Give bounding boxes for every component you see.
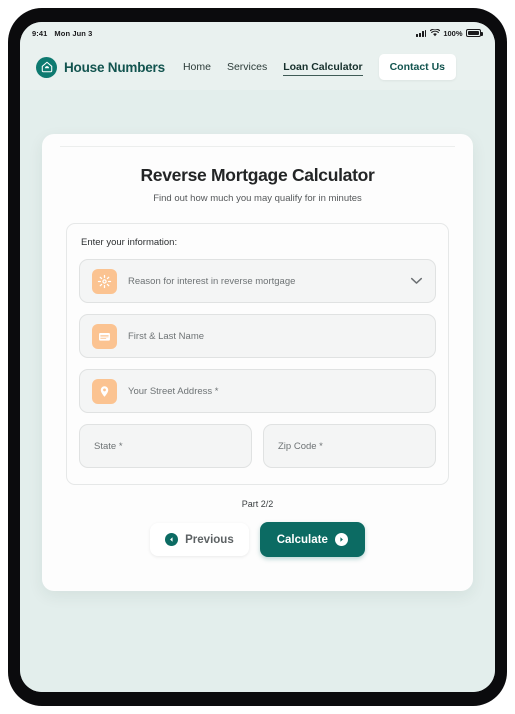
form-actions: Previous Calculate [66,522,449,557]
state-input-label: State * [94,440,123,452]
part-indicator: Part 2/2 [241,499,274,509]
contact-us-button[interactable]: Contact Us [378,54,457,80]
zip-code-input[interactable]: Zip Code * [263,424,436,468]
tablet-device-frame: 9:41 Mon Jun 3 100% House Numbers Home S… [8,8,507,706]
page-title: Reverse Mortgage Calculator [140,165,375,185]
brand-name-label: House Numbers [64,59,165,75]
house-logo-icon [36,56,57,78]
calculate-button[interactable]: Calculate [259,522,365,557]
calculator-card: Reverse Mortgage Calculator Find out how… [42,134,473,591]
name-input[interactable]: First & Last Name [79,314,436,358]
form-legend: Enter your information: [81,237,178,248]
calculate-button-label: Calculate [276,533,328,546]
state-zip-row: State * Zip Code * [79,424,436,468]
chevron-down-icon[interactable] [410,272,423,290]
status-time: 9:41 [32,28,48,38]
nav-link-services[interactable]: Services [227,59,267,75]
nav-link-home[interactable]: Home [183,59,211,75]
map-pin-icon [92,378,117,404]
name-input-label: First & Last Name [128,330,205,342]
wifi-icon [429,29,440,37]
street-address-input-label: Your Street Address * [128,385,219,397]
card-top-divider [60,146,455,147]
id-card-icon [92,323,117,349]
page-subtitle: Find out how much you may qualify for in… [153,193,362,204]
cellular-signal-icon [416,29,427,37]
status-bar-left: 9:41 Mon Jun 3 [32,29,92,38]
battery-percent-label: 100% [443,28,463,38]
reason-dropdown-label: Reason for interest in reverse mortgage [128,275,296,287]
tablet-screen: 9:41 Mon Jun 3 100% House Numbers Home S… [20,22,495,692]
nav-links: Home Services Loan Calculator [183,59,363,76]
zip-code-input-label: Zip Code * [278,440,323,452]
top-navigation-bar: House Numbers Home Services Loan Calcula… [20,44,495,90]
battery-icon [466,29,483,37]
status-bar-right: 100% [416,28,483,38]
brand-logo[interactable]: House Numbers [36,56,165,78]
sun-burst-icon [92,268,117,294]
status-date: Mon Jun 3 [54,28,93,38]
previous-button[interactable]: Previous [150,523,249,556]
information-form-panel: Enter your information: Reason for inter… [66,223,449,485]
nav-link-loan-calculator[interactable]: Loan Calculator [283,59,363,76]
status-bar: 9:41 Mon Jun 3 100% [20,22,495,44]
reason-dropdown[interactable]: Reason for interest in reverse mortgage [79,259,436,303]
street-address-input[interactable]: Your Street Address * [79,369,436,413]
arrow-right-circle-icon [334,533,348,546]
state-input[interactable]: State * [79,424,252,468]
previous-button-label: Previous [185,533,234,546]
page-body: Reverse Mortgage Calculator Find out how… [20,90,495,692]
arrow-left-circle-icon [165,533,179,546]
